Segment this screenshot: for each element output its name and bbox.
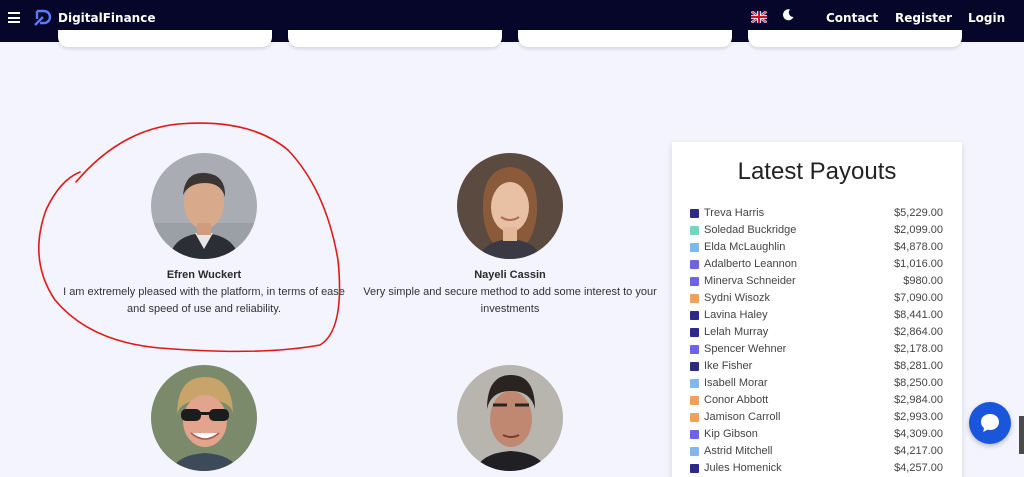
payout-amount: $2,864.00 (894, 326, 943, 338)
testimonial-card (360, 365, 660, 471)
payout-name: Sydni Wisozk (704, 292, 771, 304)
payout-name: Astrid Mitchell (704, 445, 773, 457)
testimonial-name: Efren Wuckert (166, 269, 242, 281)
payout-color-swatch (690, 447, 699, 456)
hamburger-icon[interactable] (8, 12, 20, 23)
feature-card (288, 30, 502, 47)
payout-row: Spencer Wehner $2,178.00 (690, 343, 943, 360)
payout-name: Lelah Murray (704, 326, 769, 338)
payout-row: Soledad Buckridge $2,099.00 (690, 224, 943, 241)
payout-row: Isabell Morar $8,250.00 (690, 377, 943, 394)
payout-row: Adalberto Leannon $1,016.00 (690, 258, 943, 275)
payout-amount: $4,217.00 (894, 445, 943, 457)
payout-row: Kip Gibson $4,309.00 (690, 428, 943, 445)
payout-color-swatch (690, 311, 699, 320)
avatar (151, 365, 257, 471)
payout-name: Treva Harris (704, 207, 765, 219)
payout-color-swatch (690, 243, 699, 252)
payout-name: Kip Gibson (704, 428, 758, 440)
payout-row: Treva Harris $5,229.00 (690, 207, 943, 224)
avatar (457, 153, 563, 259)
testimonial-card (54, 365, 354, 471)
payout-amount: $1,016.00 (894, 258, 943, 270)
payout-amount: $2,993.00 (894, 411, 943, 423)
testimonial-card: Nayeli Cassin Very simple and secure met… (360, 153, 660, 318)
testimonial-card: Efren Wuckert I am extremely pleased wit… (54, 153, 354, 318)
payout-name: Lavina Haley (704, 309, 768, 321)
testimonial-text: Very simple and secure method to add som… (363, 286, 657, 315)
nav-register-link[interactable]: Register (895, 11, 952, 25)
chat-bubble-icon (981, 414, 999, 432)
avatar (151, 153, 257, 259)
payout-amount: $980.00 (903, 275, 943, 287)
payout-name: Isabell Morar (704, 377, 768, 389)
payout-row: Minerva Schneider $980.00 (690, 275, 943, 292)
brand-name[interactable]: DigitalFinance (58, 11, 155, 25)
payout-amount: $8,441.00 (894, 309, 943, 321)
payouts-title: Latest Payouts (737, 158, 897, 185)
payout-row: Conor Abbott $2,984.00 (690, 394, 943, 411)
payout-amount: $4,257.00 (894, 462, 943, 474)
payout-name: Jamison Carroll (704, 411, 781, 423)
feature-card (748, 30, 962, 47)
payout-name: Ike Fisher (704, 360, 753, 372)
payout-amount: $4,309.00 (894, 428, 943, 440)
payout-amount: $2,178.00 (894, 343, 943, 355)
payout-amount: $5,229.00 (894, 207, 943, 219)
avatar (457, 365, 563, 471)
payout-name: Elda McLaughlin (704, 241, 786, 253)
payout-color-swatch (690, 294, 699, 303)
payout-amount: $4,878.00 (894, 241, 943, 253)
payout-amount: $2,984.00 (894, 394, 943, 406)
moon-icon[interactable] (781, 8, 795, 22)
payout-color-swatch (690, 226, 699, 235)
payout-name: Conor Abbott (704, 394, 769, 406)
payout-color-swatch (690, 464, 699, 473)
feature-card (58, 30, 272, 47)
payout-color-swatch (690, 328, 699, 337)
payout-color-swatch (690, 260, 699, 269)
payout-color-swatch (690, 396, 699, 405)
nav-login-link[interactable]: Login (968, 11, 1005, 25)
payout-color-swatch (690, 209, 699, 218)
payout-color-swatch (690, 277, 699, 286)
payout-amount: $2,099.00 (894, 224, 943, 236)
payout-name: Adalberto Leannon (704, 258, 797, 270)
logo-icon[interactable] (34, 9, 52, 27)
feature-card (518, 30, 732, 47)
payout-name: Minerva Schneider (704, 275, 796, 287)
payout-color-swatch (690, 430, 699, 439)
payout-row: Jules Homenick $4,257.00 (690, 462, 943, 477)
payout-color-swatch (690, 362, 699, 371)
payout-row: Astrid Mitchell $4,217.00 (690, 445, 943, 462)
chat-button[interactable] (969, 402, 1011, 444)
payout-color-swatch (690, 413, 699, 422)
latest-payouts-panel: Latest Payouts Treva Harris $5,229.00 Sole… (672, 142, 962, 477)
testimonial-name: Nayeli Cassin (474, 269, 546, 281)
payout-row: Sydni Wisozk $7,090.00 (690, 292, 943, 309)
payout-amount: $8,281.00 (894, 360, 943, 372)
payout-row: Ike Fisher $8,281.00 (690, 360, 943, 377)
payout-name: Jules Homenick (704, 462, 782, 474)
testimonial-text: I am extremely pleased with the platform… (63, 286, 345, 315)
payout-row: Elda McLaughlin $4,878.00 (690, 241, 943, 258)
payout-name: Spencer Wehner (704, 343, 787, 355)
payout-amount: $8,250.00 (894, 377, 943, 389)
scrollbar-thumb[interactable] (1019, 416, 1024, 454)
payout-color-swatch (690, 379, 699, 388)
payout-row: Jamison Carroll $2,993.00 (690, 411, 943, 428)
payout-row: Lavina Haley $8,441.00 (690, 309, 943, 326)
payout-list: Treva Harris $5,229.00 Soledad Buckridge $2… (690, 207, 943, 477)
payout-color-swatch (690, 345, 699, 354)
payout-row: Lelah Murray $2,864.00 (690, 326, 943, 343)
uk-flag-icon[interactable] (751, 11, 767, 23)
payout-name: Soledad Buckridge (704, 224, 797, 236)
nav-contact-link[interactable]: Contact (826, 11, 878, 25)
payout-amount: $7,090.00 (894, 292, 943, 304)
